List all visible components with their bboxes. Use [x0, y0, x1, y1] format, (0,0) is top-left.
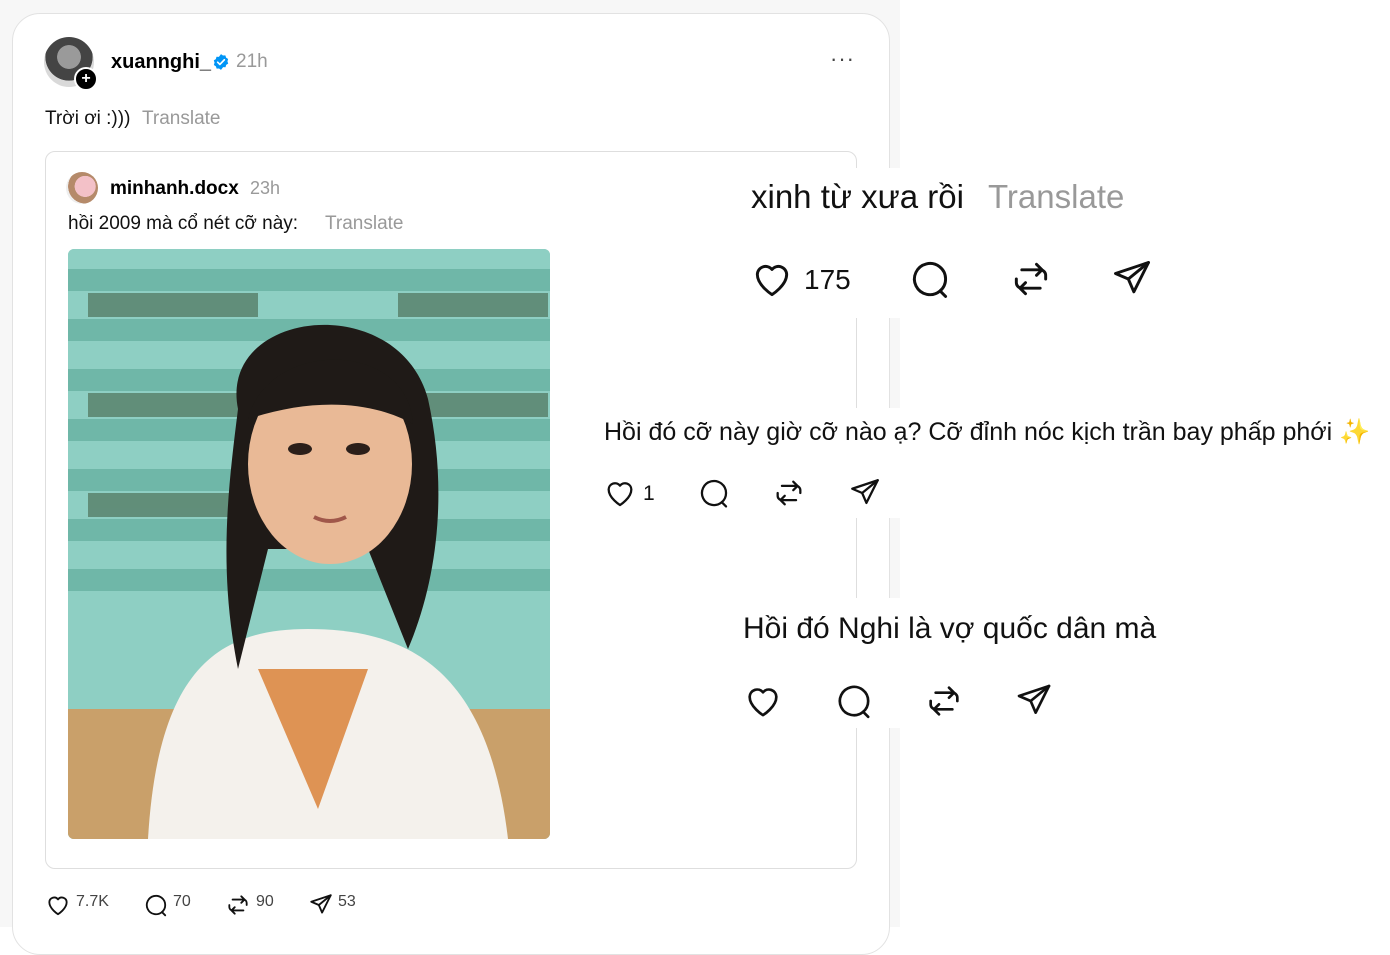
quoted-username[interactable]: minhanh.docx [110, 178, 239, 200]
comment-icon[interactable] [697, 476, 731, 510]
quoted-translate-link[interactable]: Translate [325, 213, 404, 235]
share-send-icon[interactable] [1014, 681, 1054, 721]
post-translate-link[interactable]: Translate [142, 108, 221, 130]
like-heart-icon[interactable] [45, 892, 71, 918]
comment-text: Hồi đó Nghi là vợ quốc dân mà [743, 612, 1157, 645]
user-avatar[interactable]: + [44, 37, 98, 91]
verified-badge-icon [213, 54, 229, 70]
quoted-photo[interactable] [68, 249, 550, 839]
comment-icon[interactable] [834, 681, 874, 721]
like-count: 7.7K [76, 893, 109, 910]
post-username[interactable]: xuannghi_ [111, 51, 211, 74]
post-time: 21h [236, 51, 268, 72]
comment-count: 70 [173, 893, 191, 910]
comment-icon[interactable] [143, 892, 169, 918]
quoted-text: hồi 2009 mà cổ nét cỡ này: [68, 213, 299, 234]
follow-plus-icon[interactable]: + [74, 67, 98, 91]
comment-text: xinh từ xưa rồi [751, 178, 964, 215]
share-send-icon[interactable] [308, 892, 334, 918]
share-count: 53 [338, 893, 356, 910]
comment-like-count: 175 [804, 264, 851, 295]
quoted-user-avatar[interactable] [66, 172, 98, 204]
repost-icon[interactable] [225, 892, 251, 918]
share-send-icon[interactable] [1110, 257, 1154, 301]
repost-icon[interactable] [1009, 257, 1053, 301]
repost-icon[interactable] [924, 681, 964, 721]
more-options-button[interactable]: ··· [830, 46, 855, 72]
photo-illustration [68, 249, 550, 839]
quoted-time: 23h [250, 178, 281, 198]
like-heart-icon[interactable] [750, 257, 794, 301]
like-heart-icon[interactable] [603, 476, 637, 510]
comment-text: Hồi đó cỡ này giờ cỡ nào ạ? Cỡ đỉnh nóc … [604, 418, 1371, 446]
comment-like-count: 1 [643, 482, 655, 505]
post-text: Trời ơi :))) [45, 108, 131, 129]
comment-icon[interactable] [908, 257, 952, 301]
comment-translate-link[interactable]: Translate [988, 178, 1124, 216]
repost-count: 90 [256, 893, 274, 910]
share-send-icon[interactable] [848, 476, 882, 510]
like-heart-icon[interactable] [743, 681, 783, 721]
repost-icon[interactable] [772, 476, 806, 510]
